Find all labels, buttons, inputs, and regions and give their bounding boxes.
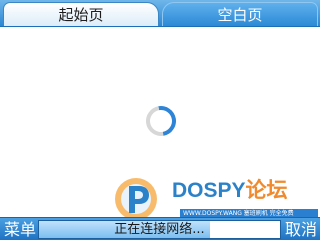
browser-screen: 起始页 空白页 DOSPY论坛 WWW.DOSPY.WANG 塞班刷机 完全免费… xyxy=(0,0,320,240)
menu-softkey[interactable]: 菜单 xyxy=(2,218,38,240)
watermark-brand: DOSPY论坛 xyxy=(172,178,288,204)
softkey-bar: 菜单 正在连接网络... 取消 xyxy=(0,217,320,240)
connection-status-text: 正在连接网络... xyxy=(114,222,205,237)
tab-start-page[interactable]: 起始页 xyxy=(3,2,159,26)
watermark-brand-cn: 论坛 xyxy=(245,179,288,202)
tab-bar: 起始页 空白页 xyxy=(0,0,320,27)
watermark-brand-latin: DOSPY xyxy=(172,179,246,202)
tab-blank-page[interactable]: 空白页 xyxy=(162,2,318,26)
dospy-logo-icon xyxy=(115,178,157,220)
cancel-softkey[interactable]: 取消 xyxy=(283,218,319,240)
dospy-watermark: DOSPY论坛 WWW.DOSPY.WANG 塞班刷机 完全免费 xyxy=(112,176,320,222)
loading-spinner-icon xyxy=(140,100,182,142)
connection-status-bar: 正在连接网络... xyxy=(38,220,281,239)
